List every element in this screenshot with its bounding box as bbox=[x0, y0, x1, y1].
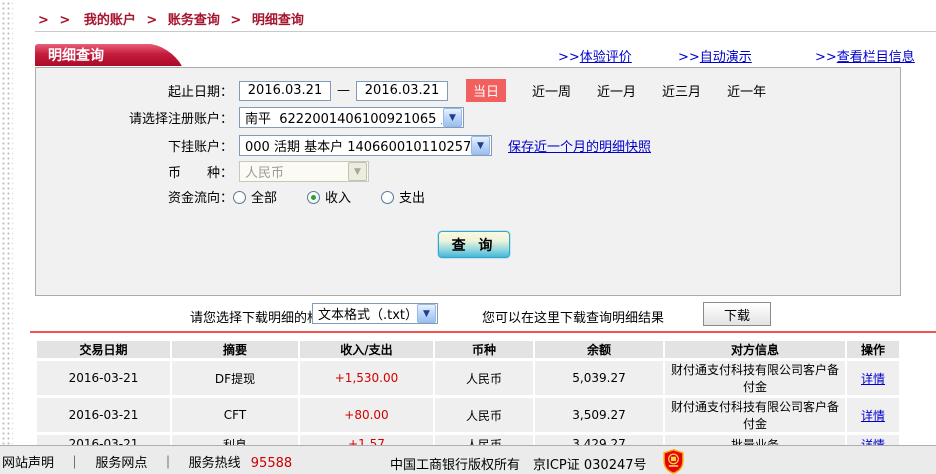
table-header-row: 交易日期 摘要 收入/支出 币种 余额 对方信息 操作 bbox=[37, 341, 899, 358]
footer-hotline-label: 服务热线 bbox=[188, 456, 241, 471]
header-date: 交易日期 bbox=[37, 341, 170, 358]
cell-action: 详情 bbox=[847, 361, 899, 395]
currency-select-disabled: 人民币 ▼ bbox=[239, 161, 369, 182]
header-balance: 余额 bbox=[535, 341, 663, 358]
transactions-table: 交易日期 摘要 收入/支出 币种 余额 对方信息 操作 2016-03-21 D… bbox=[35, 338, 901, 456]
flow-option-all[interactable]: 全部 bbox=[233, 187, 277, 206]
register-account-select[interactable]: 南平 6222001406100921065 灵通卡 ▼ bbox=[239, 107, 464, 128]
range-last-month-button[interactable]: 近一月 bbox=[597, 81, 636, 100]
cell-counterparty: 财付通支付科技有限公司客户备付金 bbox=[665, 398, 845, 432]
footer-copyright-area: 中国工商银行版权所有 京ICP证 030247号 bbox=[390, 449, 684, 474]
breadcrumb-item-detail-query[interactable]: 明细查询 bbox=[252, 13, 304, 28]
footer-link-site-statement[interactable]: 网站声明 bbox=[2, 456, 54, 471]
download-hint: 您可以在这里下载查询明细结果 bbox=[482, 311, 665, 326]
currency-label: 币 种： bbox=[167, 166, 233, 181]
currency-row: 币 种： 人民币 ▼ bbox=[36, 161, 900, 182]
dropdown-arrow-icon: ▼ bbox=[348, 162, 367, 181]
cell-summary: DF提现 bbox=[172, 361, 298, 395]
flow-option-income[interactable]: 收入 bbox=[307, 187, 351, 206]
footer-link-service-outlets[interactable]: 服务网点 bbox=[95, 456, 147, 471]
cell-balance: 3,509.27 bbox=[535, 398, 663, 432]
date-to-input[interactable] bbox=[356, 80, 448, 101]
header-amount: 收入/支出 bbox=[300, 341, 433, 358]
cell-action: 详情 bbox=[847, 398, 899, 432]
fund-flow-label: 资金流向： bbox=[167, 191, 233, 206]
link-view-column-info[interactable]: >>查看栏目信息 bbox=[815, 46, 915, 65]
range-last-week-button[interactable]: 近一周 bbox=[532, 81, 571, 100]
fund-flow-row: 资金流向： 全部 收入 支出 bbox=[36, 187, 900, 206]
register-account-label: 请选择注册账户： bbox=[128, 112, 233, 127]
red-divider bbox=[30, 331, 936, 333]
dropdown-arrow-icon[interactable]: ▼ bbox=[443, 108, 462, 127]
date-range-dash: — bbox=[337, 83, 350, 98]
detail-link[interactable]: 详情 bbox=[861, 372, 885, 386]
link-auto-demo[interactable]: >>自动演示 bbox=[678, 46, 752, 65]
tab-detail-query: 明细查询 bbox=[35, 44, 154, 66]
table-row: 2016-03-21 DF提现 +1,530.00 人民币 5,039.27 财… bbox=[37, 361, 899, 395]
date-range-label: 起止日期： bbox=[167, 85, 233, 100]
cell-counterparty: 财付通支付科技有限公司客户备付金 bbox=[665, 361, 845, 395]
breadcrumb-separator: > bbox=[230, 13, 242, 28]
cell-currency: 人民币 bbox=[435, 361, 533, 395]
register-account-value: 南平 6222001406100921065 灵通卡 bbox=[245, 112, 442, 127]
header-currency: 币种 bbox=[435, 341, 533, 358]
cell-amount: +1,530.00 bbox=[300, 361, 433, 395]
currency-value: 人民币 bbox=[245, 166, 285, 181]
sub-account-row: 下挂账户： 000 活期 基本户 1406600101102571848 ▼ 保… bbox=[36, 135, 900, 156]
query-form-panel: 起止日期： — 当日 近一周 近一月 近三月 近一年 请选择注册账户： 南平 6… bbox=[35, 67, 901, 296]
breadcrumb-item-my-account[interactable]: 我的账户 bbox=[84, 13, 136, 28]
date-range-row: 起止日期： — 当日 近一周 近一月 近三月 近一年 bbox=[36, 79, 900, 102]
sub-account-label: 下挂账户： bbox=[167, 140, 233, 155]
dropdown-arrow-icon[interactable]: ▼ bbox=[417, 304, 436, 323]
flow-option-expense[interactable]: 支出 bbox=[381, 187, 425, 206]
cell-amount: +80.00 bbox=[300, 398, 433, 432]
sub-account-value: 000 活期 基本户 1406600101102571848 bbox=[245, 140, 470, 155]
date-from-input[interactable] bbox=[239, 80, 331, 101]
header-action: 操作 bbox=[847, 341, 899, 358]
range-last-year-button[interactable]: 近一年 bbox=[727, 81, 766, 100]
register-account-row: 请选择注册账户： 南平 6222001406100921065 灵通卡 ▼ bbox=[36, 107, 900, 128]
download-row: 请您选择下载明细的格式 文本格式（.txt） ▼ 您可以在这里下载查询明细结果 … bbox=[35, 302, 936, 328]
footer-hotline-number: 95588 bbox=[250, 456, 293, 471]
header-counterparty: 对方信息 bbox=[665, 341, 845, 358]
cell-date: 2016-03-21 bbox=[37, 398, 170, 432]
range-last-3-months-button[interactable]: 近三月 bbox=[662, 81, 701, 100]
cell-summary: CFT bbox=[172, 398, 298, 432]
download-format-value: 文本格式（.txt） bbox=[318, 308, 416, 323]
detail-link[interactable]: 详情 bbox=[861, 409, 885, 423]
breadcrumb-separator: > bbox=[146, 13, 158, 28]
cell-balance: 5,039.27 bbox=[535, 361, 663, 395]
breadcrumb-divider bbox=[35, 31, 936, 32]
breadcrumb-arrows-icon: > > bbox=[38, 13, 74, 28]
dropdown-arrow-icon[interactable]: ▼ bbox=[471, 136, 490, 155]
breadcrumb: > > 我的账户 > 账务查询 > 明细查询 bbox=[38, 9, 304, 28]
range-today-button[interactable]: 当日 bbox=[466, 79, 507, 102]
download-format-select[interactable]: 文本格式（.txt） ▼ bbox=[312, 303, 438, 324]
query-button[interactable]: 查 询 bbox=[438, 231, 510, 258]
header-summary: 摘要 bbox=[172, 341, 298, 358]
sub-account-select[interactable]: 000 活期 基本户 1406600101102571848 ▼ bbox=[239, 135, 492, 156]
tab-title: 明细查询 bbox=[48, 48, 104, 64]
footer-copyright: 中国工商银行版权所有 京ICP证 030247号 bbox=[390, 457, 647, 473]
icbc-detail-query-page: > > 我的账户 > 账务查询 > 明细查询 明细查询 >>体验评价 >>自动演… bbox=[0, 0, 936, 474]
public-security-shield-icon[interactable] bbox=[662, 449, 684, 474]
cell-date: 2016-03-21 bbox=[37, 361, 170, 395]
radio-icon[interactable] bbox=[381, 191, 395, 204]
download-button[interactable]: 下载 bbox=[703, 302, 771, 326]
footer-separator: ｜ bbox=[161, 456, 175, 471]
frame-dotted-border bbox=[0, 0, 13, 445]
breadcrumb-item-account-query[interactable]: 账务查询 bbox=[168, 13, 220, 28]
radio-checked-icon[interactable] bbox=[307, 191, 321, 204]
table-row: 2016-03-21 CFT +80.00 人民币 3,509.27 财付通支付… bbox=[37, 398, 899, 432]
footer-separator: ｜ bbox=[68, 456, 82, 471]
footer-links: 网站声明 ｜ 服务网点 ｜ 服务热线 95588 bbox=[2, 452, 292, 471]
link-experience-rating[interactable]: >>体验评价 bbox=[558, 46, 632, 65]
radio-icon[interactable] bbox=[233, 191, 246, 204]
footer: 网站声明 ｜ 服务网点 ｜ 服务热线 95588 中国工商银行版权所有 京ICP… bbox=[0, 445, 936, 474]
save-monthly-snapshot-link[interactable]: 保存近一个月的明细快照 bbox=[508, 136, 651, 155]
cell-currency: 人民币 bbox=[435, 398, 533, 432]
